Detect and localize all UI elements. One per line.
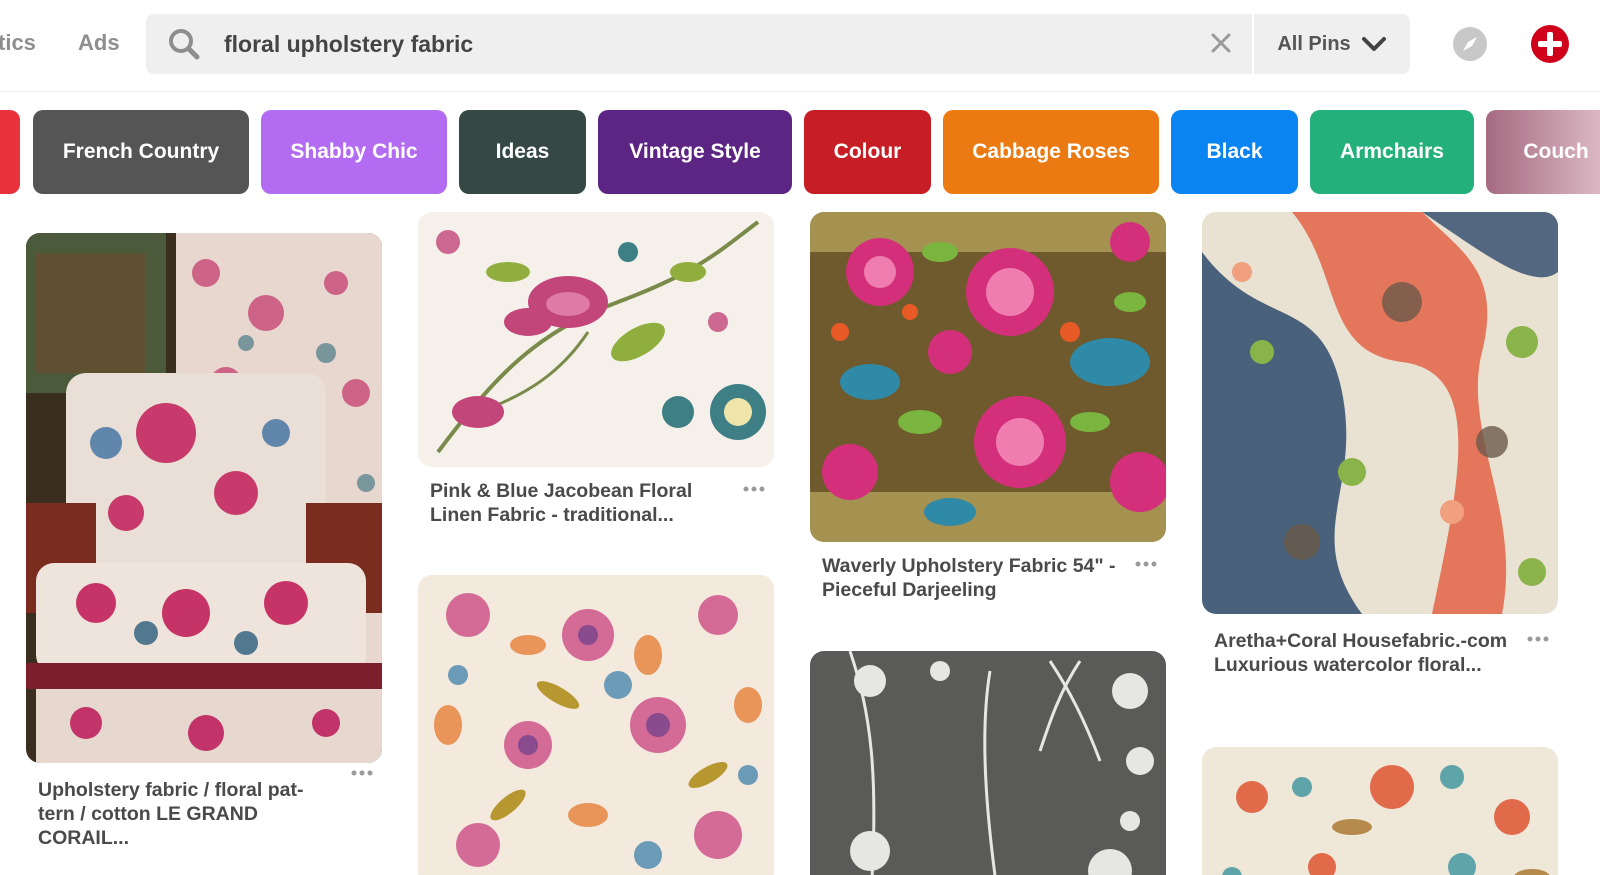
pin-title[interactable]: Aretha+Coral Housefabric.-com Luxurious … bbox=[1214, 629, 1510, 677]
more-options-icon[interactable] bbox=[350, 768, 374, 778]
pin-card[interactable] bbox=[1202, 747, 1558, 875]
upholstered-chair-image bbox=[26, 233, 382, 763]
guide-chip-ideas[interactable]: Ideas bbox=[459, 110, 586, 194]
chevron-down-icon bbox=[1361, 37, 1386, 51]
pin-image[interactable] bbox=[810, 651, 1166, 875]
waverly-fabric-image bbox=[810, 212, 1166, 542]
more-options-icon[interactable] bbox=[1134, 559, 1158, 569]
guide-chip-colour[interactable]: Colour bbox=[804, 110, 931, 194]
pin-card[interactable]: Aretha+Coral Housefabric.-com Luxurious … bbox=[1202, 212, 1558, 692]
pin-image[interactable] bbox=[810, 212, 1166, 542]
pin-card[interactable] bbox=[418, 575, 774, 875]
pin-image[interactable] bbox=[26, 233, 382, 763]
folk-floral-fabric-image bbox=[418, 575, 774, 875]
guide-chip-french-country[interactable]: French Country bbox=[33, 110, 249, 194]
pin-title[interactable]: Pink & Blue Jacobean Floral Linen Fabric… bbox=[430, 479, 726, 527]
guide-chip-cabbage-roses[interactable]: Cabbage Roses bbox=[943, 110, 1159, 194]
pin-filter-dropdown[interactable]: All Pins bbox=[1254, 14, 1410, 74]
pin-image[interactable] bbox=[1202, 212, 1558, 614]
guide-chip-armchairs[interactable]: Armchairs bbox=[1310, 110, 1474, 194]
pin-card[interactable]: Upholstery fabric / floral pat-tern / co… bbox=[26, 233, 382, 853]
pin-title[interactable]: Waverly Upholstery Fabric 54" - Pieceful… bbox=[822, 554, 1118, 602]
search-bar[interactable]: floral upholstery fabric All Pins bbox=[146, 14, 1410, 74]
top-header: tics Ads floral upholstery fabric All Pi… bbox=[0, 0, 1600, 92]
nav-ads-link[interactable]: Ads bbox=[78, 30, 120, 56]
compass-icon[interactable] bbox=[1452, 26, 1488, 62]
pin-image[interactable] bbox=[418, 212, 774, 467]
clear-search-icon[interactable] bbox=[1208, 30, 1234, 56]
guide-chip-partial[interactable] bbox=[0, 110, 20, 194]
more-options-icon[interactable] bbox=[742, 484, 766, 494]
dark-botanical-fabric-image bbox=[810, 651, 1166, 875]
pin-card[interactable] bbox=[810, 651, 1166, 875]
guide-chip-couch[interactable]: Couch bbox=[1486, 110, 1600, 194]
nav-analytics-link[interactable]: tics bbox=[0, 30, 36, 56]
guide-chip-vintage-style[interactable]: Vintage Style bbox=[598, 110, 792, 194]
more-options-icon[interactable] bbox=[1526, 634, 1550, 644]
pin-card[interactable]: Waverly Upholstery Fabric 54" - Pieceful… bbox=[810, 212, 1166, 602]
search-input[interactable]: floral upholstery fabric bbox=[224, 31, 473, 58]
pin-title[interactable]: Upholstery fabric / floral pat-tern / co… bbox=[38, 778, 334, 850]
search-icon bbox=[169, 29, 200, 60]
pin-image[interactable] bbox=[418, 575, 774, 875]
aretha-coral-fabric-image bbox=[1202, 212, 1558, 614]
pin-image[interactable] bbox=[1202, 747, 1558, 875]
light-floral-fabric-image bbox=[1202, 747, 1558, 875]
pin-card[interactable]: Pink & Blue Jacobean Floral Linen Fabric… bbox=[418, 212, 774, 532]
guide-chip-black[interactable]: Black bbox=[1171, 110, 1298, 194]
jacobean-fabric-image bbox=[418, 212, 774, 467]
filter-label: All Pins bbox=[1277, 32, 1351, 55]
guide-chip-shabby-chic[interactable]: Shabby Chic bbox=[261, 110, 447, 194]
create-pin-icon[interactable] bbox=[1530, 24, 1570, 64]
